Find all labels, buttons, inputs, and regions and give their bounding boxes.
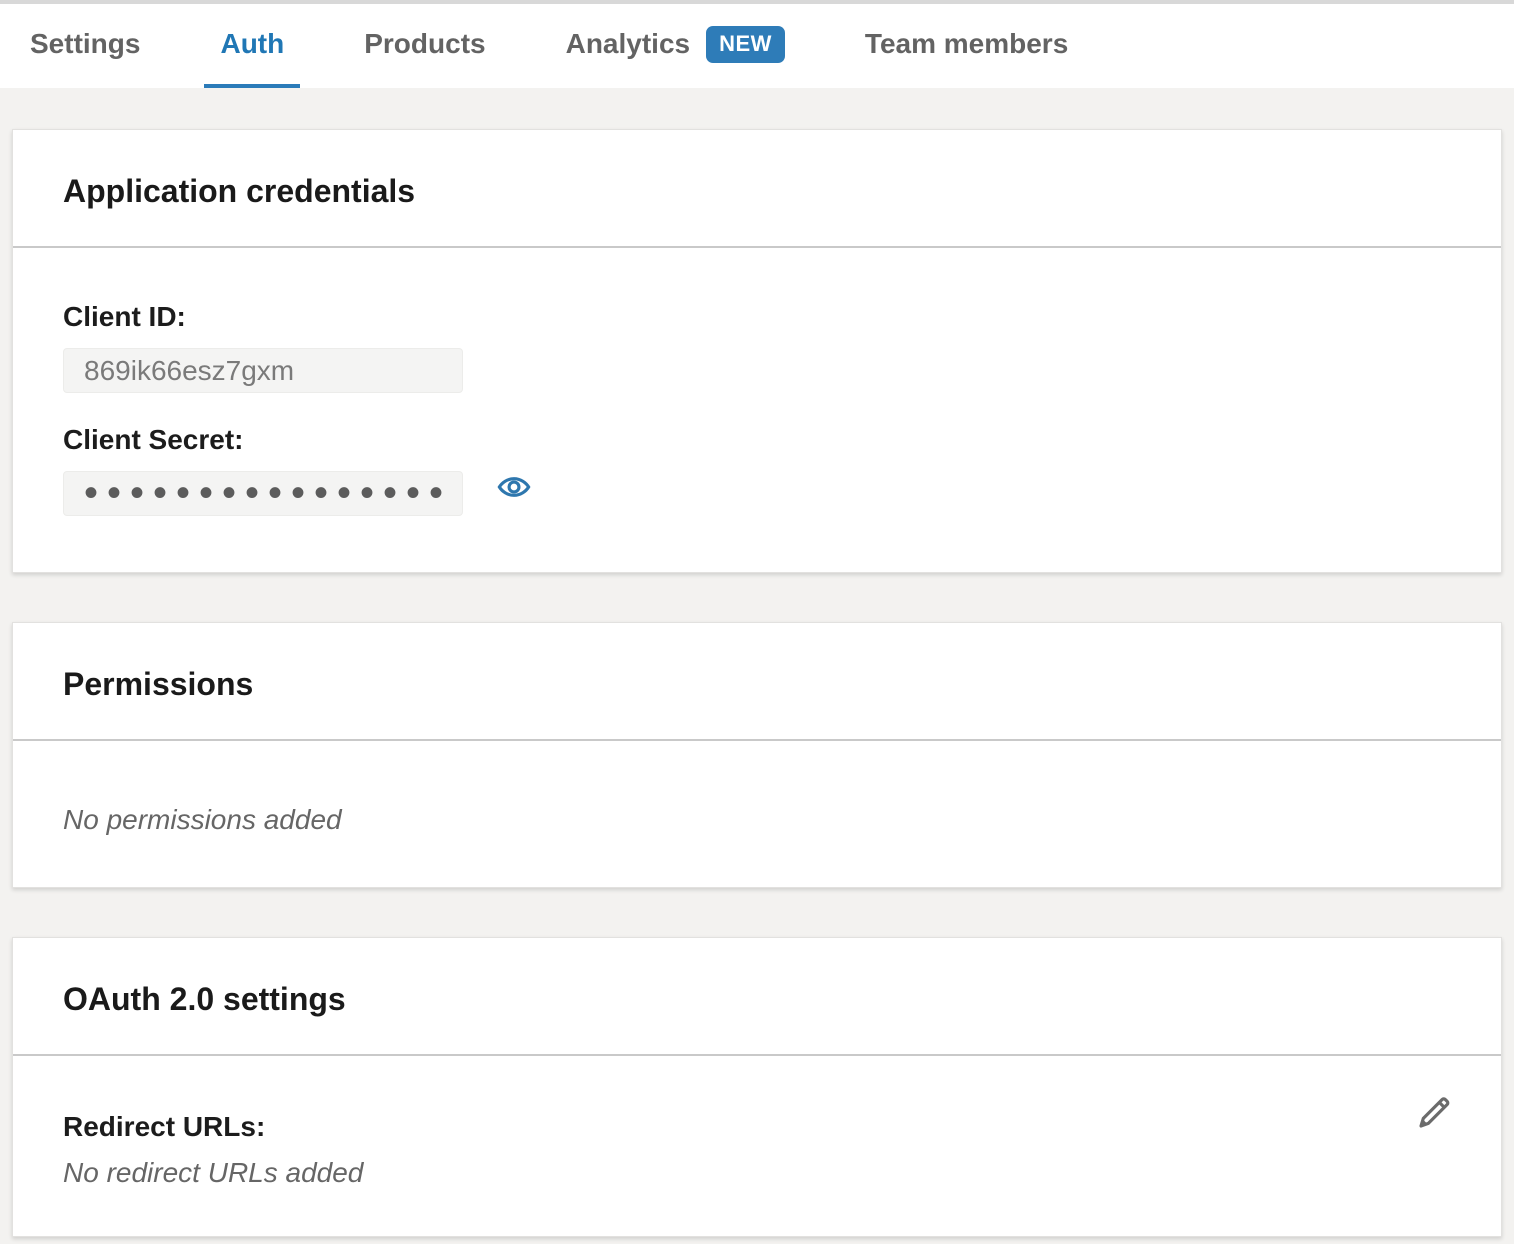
client-secret-label: Client Secret: — [63, 423, 1451, 457]
tab-team-members-label: Team members — [865, 28, 1068, 60]
application-credentials-header: Application credentials — [13, 130, 1501, 248]
pencil-icon — [1414, 1093, 1454, 1133]
edit-redirect-urls-button[interactable] — [1413, 1092, 1455, 1134]
tab-auth-label: Auth — [220, 28, 284, 60]
tab-products-label: Products — [364, 28, 485, 60]
client-secret-row: •••••••••••••••• — [63, 457, 1451, 516]
permissions-header: Permissions — [13, 623, 1501, 741]
application-credentials-card: Application credentials Client ID: 869ik… — [12, 129, 1502, 573]
tab-team-members[interactable]: Team members — [849, 4, 1084, 88]
oauth-settings-header: OAuth 2.0 settings — [13, 938, 1501, 1056]
client-secret-field[interactable]: •••••••••••••••• — [63, 471, 463, 516]
application-credentials-title: Application credentials — [63, 172, 1451, 210]
redirect-urls-empty-text: No redirect URLs added — [63, 1156, 1451, 1190]
tab-analytics-label: Analytics — [566, 28, 691, 60]
auth-page-content: Application credentials Client ID: 869ik… — [0, 129, 1514, 1237]
oauth-settings-body: Redirect URLs: No redirect URLs added — [13, 1056, 1501, 1236]
tab-settings[interactable]: Settings — [14, 4, 156, 88]
eye-icon — [496, 469, 532, 505]
new-badge: NEW — [706, 26, 785, 63]
oauth-settings-card: OAuth 2.0 settings Redirect URLs: No red… — [12, 937, 1502, 1237]
tab-settings-label: Settings — [30, 28, 140, 60]
application-credentials-body: Client ID: 869ik66esz7gxm Client Secret:… — [13, 248, 1501, 572]
client-id-value: 869ik66esz7gxm — [84, 355, 294, 387]
oauth-settings-title: OAuth 2.0 settings — [63, 980, 1451, 1018]
permissions-empty-text: No permissions added — [63, 803, 1451, 837]
client-id-label: Client ID: — [63, 300, 1451, 334]
reveal-secret-button[interactable] — [495, 468, 533, 506]
permissions-body: No permissions added — [13, 741, 1501, 887]
tab-analytics[interactable]: Analytics NEW — [550, 4, 801, 88]
tab-auth[interactable]: Auth — [204, 4, 300, 88]
client-secret-masked-value: •••••••••••••••• — [84, 471, 452, 516]
tab-bar: Settings Auth Products Analytics NEW Tea… — [0, 0, 1514, 88]
redirect-urls-label: Redirect URLs: — [63, 1110, 1451, 1144]
tab-products[interactable]: Products — [348, 4, 501, 88]
permissions-card: Permissions No permissions added — [12, 622, 1502, 888]
client-id-field[interactable]: 869ik66esz7gxm — [63, 348, 463, 393]
permissions-title: Permissions — [63, 665, 1451, 703]
